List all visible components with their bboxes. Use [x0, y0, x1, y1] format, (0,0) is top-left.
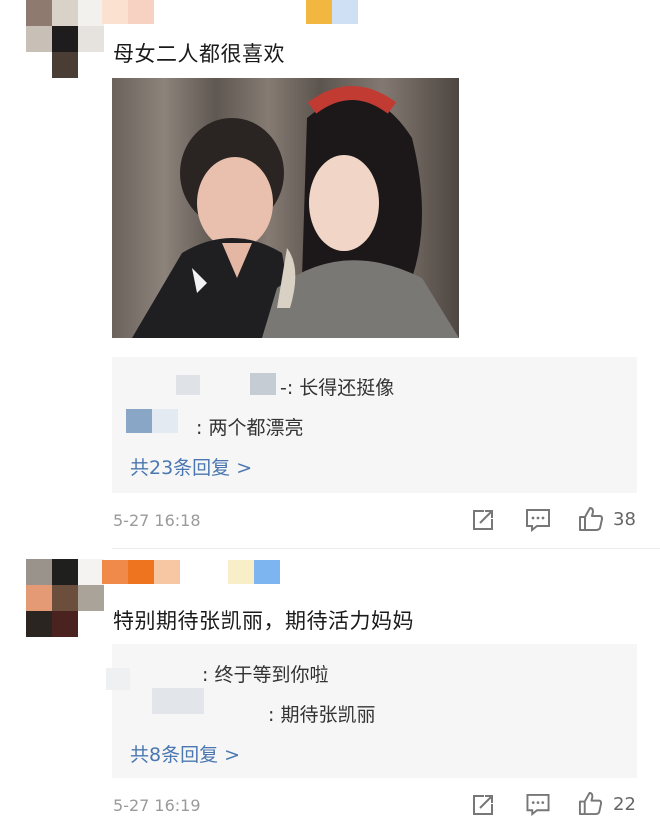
username-blurred[interactable] [102, 560, 302, 586]
replies-box[interactable]: : 终于等到你啦 : 期待张凯丽 共8条回复 > [106, 644, 637, 778]
avatar[interactable] [26, 559, 104, 637]
timestamp: 5-27 16:19 [113, 796, 201, 815]
like-count: 38 [613, 509, 636, 530]
reply-text: : 期待张凯丽 [268, 704, 376, 726]
more-replies-link[interactable]: 共23条回复 > [130, 453, 252, 480]
comment-photo[interactable] [112, 78, 459, 338]
thumbs-up-icon[interactable] [578, 506, 604, 532]
reply-text: : 终于等到你啦 [202, 664, 329, 686]
timestamp: 5-27 16:18 [113, 511, 201, 530]
avatar[interactable] [26, 0, 104, 78]
replies-box[interactable]: -: 长得还挺像 : 两个都漂亮 共23条回复 > [112, 357, 637, 493]
comment-text: 母女二人都很喜欢 [113, 42, 285, 66]
share-icon[interactable] [471, 793, 495, 817]
more-replies-link[interactable]: 共8条回复 > [130, 740, 240, 767]
reply-text: : 两个都漂亮 [196, 417, 304, 439]
photo-image [112, 78, 459, 338]
divider [112, 548, 660, 549]
reply-username-blurred[interactable] [152, 688, 262, 718]
username-blurred[interactable] [102, 0, 362, 26]
reply-username-blurred[interactable] [106, 363, 286, 395]
like-count: 22 [613, 794, 636, 815]
thumbs-up-icon[interactable] [578, 791, 603, 816]
comment-icon[interactable] [525, 508, 551, 533]
reply-username-blurred[interactable] [106, 654, 206, 690]
reply-text: -: 长得还挺像 [280, 377, 395, 399]
share-icon[interactable] [471, 508, 495, 532]
comment-text: 特别期待张凯丽，期待活力妈妈 [113, 609, 414, 633]
comment-icon[interactable] [525, 793, 551, 817]
reply-username-blurred[interactable] [126, 409, 196, 435]
